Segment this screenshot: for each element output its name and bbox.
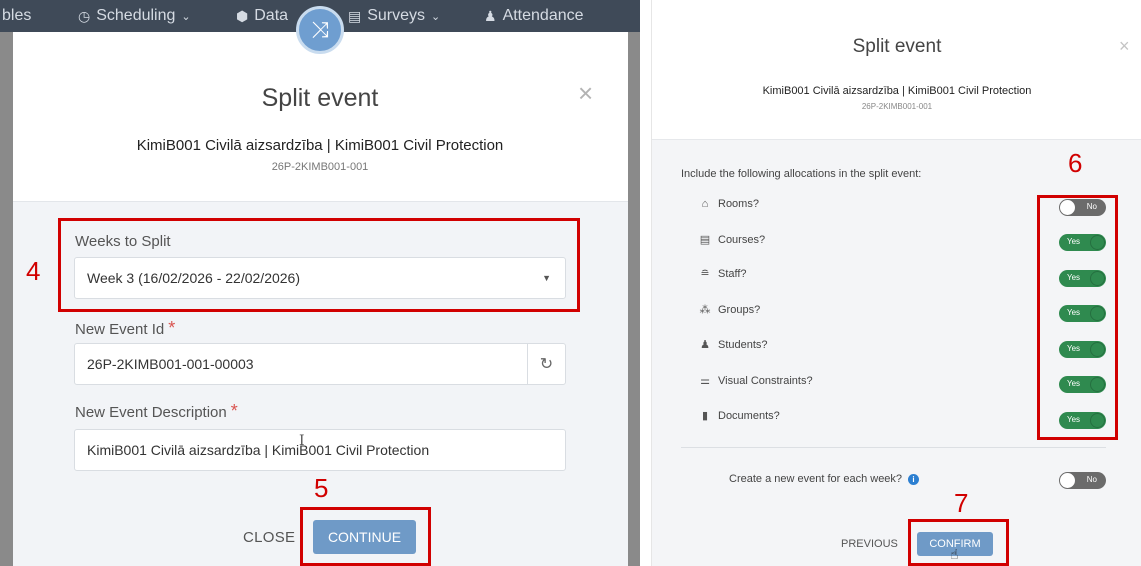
allocation-row-visual-constraints: ⚌ Visual Constraints? <box>699 374 813 388</box>
annotation-box-5 <box>300 507 431 566</box>
nav-item-label: bles <box>2 7 32 24</box>
text-cursor-icon: I <box>299 433 305 449</box>
toggle-knob <box>1060 473 1075 488</box>
new-event-description-field[interactable]: KimiB001 Civilā aizsardzība | KimiB001 C… <box>74 429 566 471</box>
refresh-icon[interactable]: ↻ <box>527 344 565 384</box>
chevron-down-icon: ⌄ <box>181 10 191 23</box>
nav-item-label: Surveys <box>367 7 426 24</box>
staff-icon: ≘ <box>700 268 710 280</box>
previous-button[interactable]: PREVIOUS <box>841 538 898 550</box>
event-name: KimiB001 Civilā aizsardzība | KimiB001 C… <box>136 137 504 154</box>
close-icon[interactable]: × <box>1119 36 1130 57</box>
allocation-label: Visual Constraints? <box>718 374 813 387</box>
survey-icon: ▤ <box>348 7 362 24</box>
shuffle-icon: ⤨ <box>296 6 344 54</box>
annotation-box-7 <box>908 519 1009 566</box>
section-divider <box>681 447 1106 448</box>
nav-item-surveys[interactable]: ▤ Surveys ⌄ <box>348 7 440 25</box>
allocation-row-groups: ⁂ Groups? <box>699 303 761 317</box>
nav-item-data[interactable]: ⬢ Data <box>236 7 288 25</box>
required-asterisk: * <box>168 318 176 338</box>
allocation-label: Students? <box>718 338 768 351</box>
event-name: KimiB001 Civilā aizsardzība | KimiB001 C… <box>762 85 1032 97</box>
allocation-row-documents: ▮ Documents? <box>699 409 780 423</box>
database-icon: ⬢ <box>236 7 249 24</box>
allocation-row-staff: ≘ Staff? <box>699 267 747 281</box>
allocation-label: Rooms? <box>718 198 759 210</box>
user-icon: ♟ <box>484 7 497 24</box>
dialog-title: Split event <box>261 84 379 112</box>
annotation-box-6 <box>1037 195 1118 440</box>
create-event-label-text: Create a new event for each week? <box>729 473 903 485</box>
allocation-row-rooms: ⌂ Rooms? <box>699 198 759 210</box>
allocation-row-courses: ▤ Courses? <box>699 233 766 247</box>
document-icon: ▮ <box>701 410 709 422</box>
include-allocations-label: Include the following allocations in the… <box>681 168 922 180</box>
close-icon[interactable]: × <box>578 78 593 109</box>
nav-item-label: Scheduling <box>96 7 176 24</box>
new-event-description-label-text: New Event Description <box>75 404 227 421</box>
dialog-header <box>13 32 628 202</box>
nav-item-scheduling[interactable]: ◷ Scheduling ⌄ <box>78 7 191 25</box>
new-event-description-label: New Event Description * <box>75 401 238 422</box>
toggle-label: No <box>1086 475 1097 484</box>
sliders-icon: ⚌ <box>700 375 710 387</box>
allocation-label: Staff? <box>718 267 747 280</box>
annotation-number-7: 7 <box>954 488 969 518</box>
nav-item-partial[interactable]: bles <box>2 7 31 25</box>
home-icon: ⌂ <box>701 198 709 210</box>
course-icon: ▤ <box>699 234 711 246</box>
right-panel: Split event × KimiB001 Civilā aizsardzīb… <box>651 0 1141 566</box>
groups-icon: ⁂ <box>699 304 711 316</box>
nav-item-attendance[interactable]: ♟ Attendance <box>484 7 584 25</box>
dialog-header <box>652 0 1141 140</box>
allocation-label: Groups? <box>718 303 761 316</box>
annotation-number-4: 4 <box>26 256 41 286</box>
allocation-row-students: ♟ Students? <box>699 338 768 352</box>
allocation-label: Courses? <box>718 233 766 246</box>
create-event-each-week-toggle[interactable]: No <box>1059 472 1106 489</box>
create-event-each-week-label: Create a new event for each week? i <box>729 473 920 485</box>
new-event-id-field[interactable]: 26P-2KIMB001-001-00003 ↻ <box>74 343 566 385</box>
dialog-title: Split event <box>852 36 942 57</box>
new-event-id-label: New Event Id * <box>75 318 175 339</box>
required-asterisk: * <box>230 401 238 421</box>
new-event-id-label-text: New Event Id <box>75 321 165 338</box>
new-event-description-value: KimiB001 Civilā aizsardzība | KimiB001 C… <box>87 442 430 458</box>
event-code: 26P-2KIMB001-001 <box>271 161 369 173</box>
annotation-number-5: 5 <box>314 473 329 503</box>
annotation-number-6: 6 <box>1068 148 1083 178</box>
nav-item-label: Attendance <box>502 7 584 24</box>
chevron-down-icon: ⌄ <box>431 10 441 23</box>
close-button[interactable]: CLOSE <box>243 529 295 546</box>
annotation-box-4 <box>58 218 580 312</box>
allocation-label: Documents? <box>718 409 780 422</box>
event-code: 26P-2KIMB001-001 <box>861 102 933 111</box>
clock-icon: ◷ <box>78 7 91 24</box>
student-icon: ♟ <box>700 339 710 351</box>
new-event-id-value: 26P-2KIMB001-001-00003 <box>87 356 254 372</box>
nav-item-label: Data <box>254 7 289 24</box>
info-icon[interactable]: i <box>908 473 920 485</box>
